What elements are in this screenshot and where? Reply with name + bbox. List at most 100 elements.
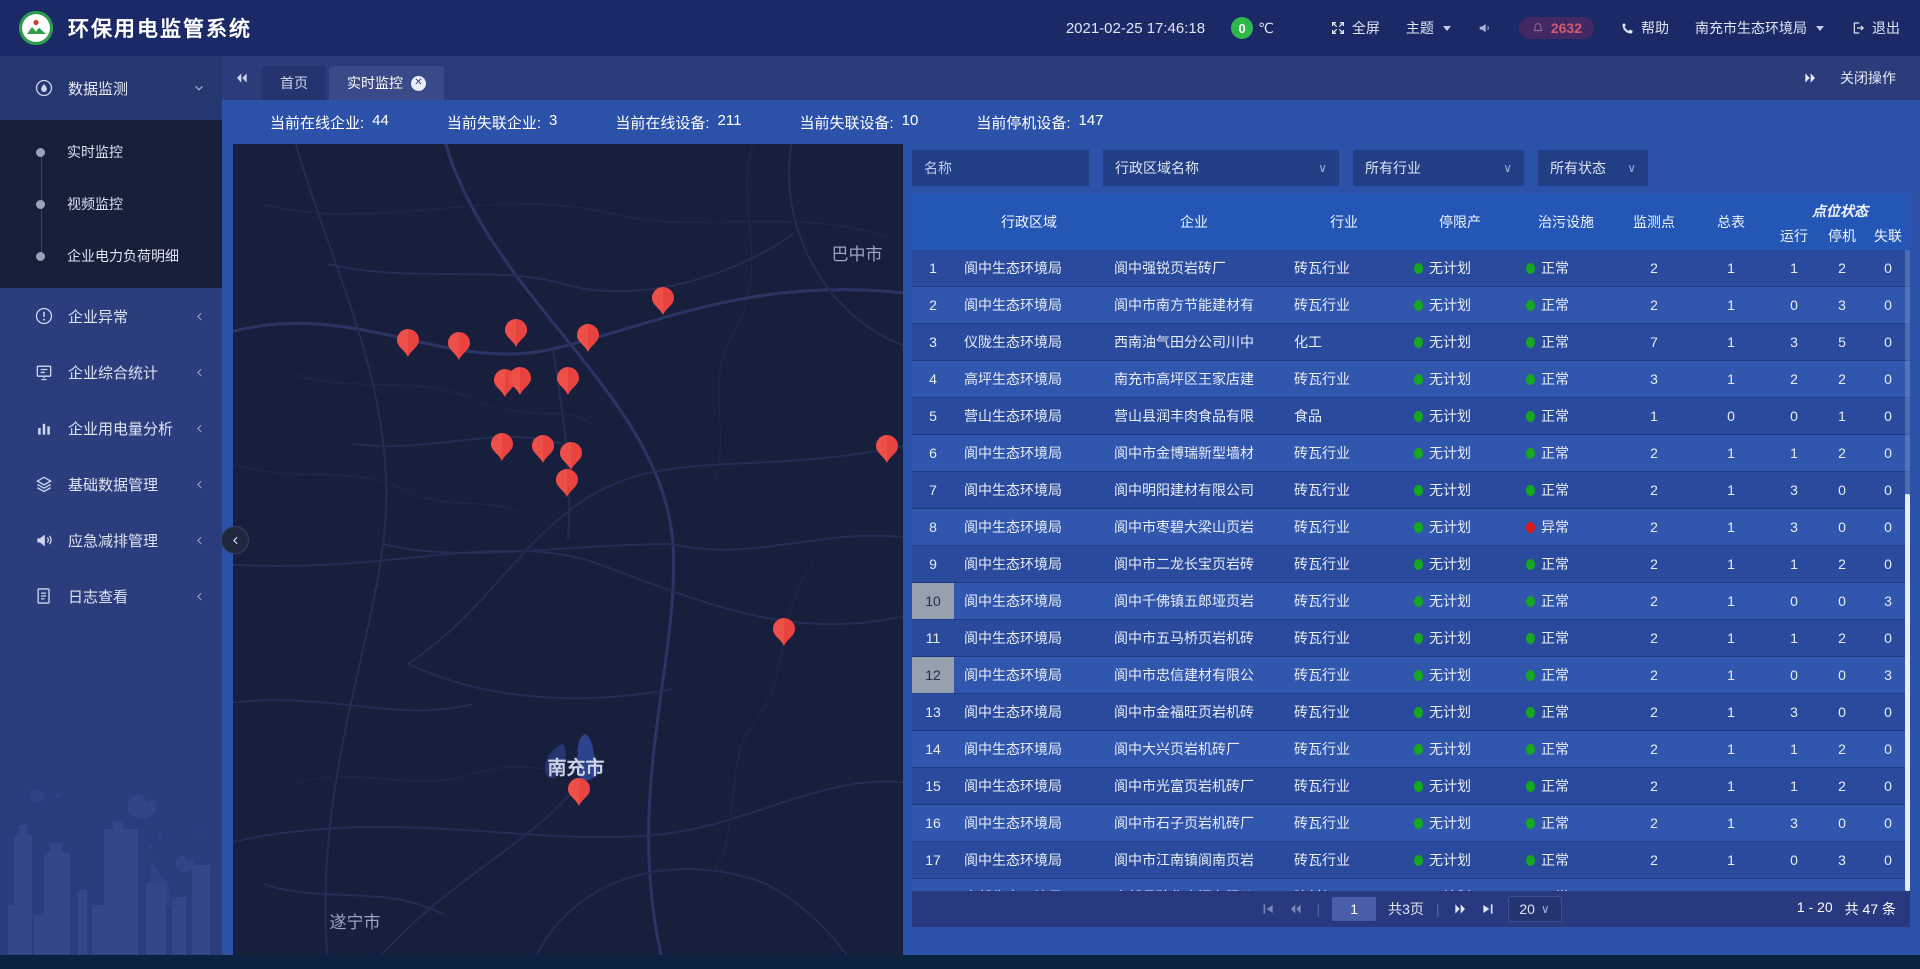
help-button[interactable]: 帮助 [1620,18,1669,38]
notification-badge[interactable]: 2632 [1519,17,1594,39]
sidebar-subitem-label: 视频监控 [67,194,123,214]
table-row[interactable]: 11 阆中生态环境局 阆中市五马桥页岩机砖 砖瓦行业 无计划 正常 2 [912,620,1910,657]
table-row[interactable]: 13 阆中生态环境局 阆中市金福旺页岩机砖 砖瓦行业 无计划 正常 2 [912,694,1910,731]
sidebar-group[interactable]: 基础数据管理 [0,456,222,512]
table-row[interactable]: 5 营山生态环境局 营山县润丰肉食品有限 食品 无计划 正常 1 [912,398,1910,435]
stat-item: 当前在线企业: 44 [270,112,389,133]
cell-facility-status: 异常 [1516,517,1616,537]
cell-monitor-count: 2 [1616,482,1692,498]
cell-region: 阆中生态环境局 [954,258,1104,278]
fullscreen-icon [1330,20,1346,36]
cell-monitor-count: 1 [1616,408,1692,424]
scrollbar-thumb[interactable] [1905,494,1910,891]
next-page-button[interactable] [1452,901,1468,917]
status-filter-select[interactable]: 所有状态∨ [1538,150,1648,186]
cell-region: 阆中生态环境局 [954,443,1104,463]
cell-index: 18 [912,879,954,891]
sidebar-group[interactable]: 日志查看 [0,568,222,624]
cell-company: 阆中市南方节能建材有 [1104,295,1284,315]
prev-page-button[interactable] [1288,901,1304,917]
table-row[interactable]: 2 阆中生态环境局 阆中市南方节能建材有 砖瓦行业 无计划 正常 2 [912,287,1910,324]
region-filter-select[interactable]: 行政区域名称∨ [1103,150,1339,186]
table-row[interactable]: 15 阆中生态环境局 阆中市光富页岩机砖厂 砖瓦行业 无计划 正常 2 [912,768,1910,805]
cell-company: 阆中市金福旺页岩机砖 [1104,702,1284,722]
sidebar-subitem[interactable]: 视频监控 [0,178,222,230]
tab[interactable]: 首页 ✕ [262,66,326,100]
cell-region: 仪陇生态环境局 [954,332,1104,352]
table-row[interactable]: 4 高坪生态环境局 南充市高坪区王家店建 砖瓦行业 无计划 正常 3 [912,361,1910,398]
map-collapse-button[interactable] [221,526,249,554]
cell-region: 阆中生态环境局 [954,480,1104,500]
sidebar-group[interactable]: 企业用电量分析 [0,400,222,456]
page-number-input[interactable]: 1 [1332,897,1376,921]
cell-index: 15 [912,768,954,804]
cell-company: 阆中市二龙长宝页岩砖 [1104,554,1284,574]
industry-filter-select[interactable]: 所有行业∨ [1353,150,1524,186]
green-status-dot [1414,559,1423,570]
map[interactable]: 巴中市南充市遂宁市 [233,144,903,955]
sidebar-subitem[interactable]: 实时监控 [0,126,222,178]
table-row[interactable]: 8 阆中生态环境局 阆中市枣碧大梁山页岩 砖瓦行业 无计划 异常 2 [912,509,1910,546]
table-row[interactable]: 1 阆中生态环境局 阆中强锐页岩砖厂 砖瓦行业 无计划 正常 2 [912,250,1910,287]
cell-region: 阆中生态环境局 [954,665,1104,685]
sidebar-subitem[interactable]: 企业电力负荷明细 [0,230,222,282]
sidebar-group[interactable]: 企业综合统计 [0,344,222,400]
sidebar-group[interactable]: 应急减排管理 [0,512,222,568]
first-page-button[interactable] [1260,901,1276,917]
page-size-select[interactable]: 20∨ [1508,896,1562,922]
status-dot [1526,448,1535,459]
tab[interactable]: 实时监控 ✕ [329,66,444,100]
table-row[interactable]: 12 阆中生态环境局 阆中市忠信建材有限公 砖瓦行业 无计划 正常 2 [912,657,1910,694]
table-row[interactable]: 10 阆中生态环境局 阆中千佛镇五郎垭页岩 砖瓦行业 无计划 正常 2 [912,583,1910,620]
double-left-icon [1288,901,1304,917]
double-right-icon [1452,901,1468,917]
last-page-button[interactable] [1480,901,1496,917]
cell-limit-status: 无计划 [1404,480,1516,500]
tabs-scroll-left-button[interactable] [222,70,262,86]
chevron-down-icon [192,81,206,95]
cell-lost-count: 0 [1866,519,1910,535]
cell-run-count: 1 [1770,630,1818,646]
name-filter-input[interactable] [912,150,1089,186]
cell-stop-count: 2 [1818,260,1866,276]
fullscreen-button[interactable]: 全屏 [1330,18,1380,38]
table-row[interactable]: 16 阆中生态环境局 阆中市石子页岩机砖厂 砖瓦行业 无计划 正常 2 [912,805,1910,842]
double-right-icon[interactable] [1802,70,1818,86]
table-row[interactable]: 6 阆中生态环境局 阆中市金博瑞新型墙材 砖瓦行业 无计划 正常 2 [912,435,1910,472]
sidebar-group-data-monitor[interactable]: 数据监测 [0,56,222,120]
chevron-left-icon [193,478,206,491]
cell-limit-status: 无计划 [1404,517,1516,537]
table-row[interactable]: 7 阆中生态环境局 阆中明阳建材有限公司 砖瓦行业 无计划 正常 2 [912,472,1910,509]
table-row[interactable]: 18 南部生态环境局 南部县砂化水泥有限公 建材加工 无计划 正常 6 [912,879,1910,891]
status-dot [1526,337,1535,348]
cell-facility-status: 正常 [1516,739,1616,759]
green-status-dot [1414,707,1423,718]
cell-limit-status: 无计划 [1404,665,1516,685]
cell-index: 12 [912,657,954,693]
green-status-dot [1414,263,1423,274]
green-status-dot [1414,485,1423,496]
org-dropdown[interactable]: 南充市生态环境局 [1695,18,1824,38]
mute-button[interactable] [1477,20,1493,36]
table-row[interactable]: 9 阆中生态环境局 阆中市二龙长宝页岩砖 砖瓦行业 无计划 正常 2 [912,546,1910,583]
green-status-dot [1414,633,1423,644]
speaker-icon [1477,20,1493,36]
cell-region: 高坪生态环境局 [954,369,1104,389]
cell-region: 阆中生态环境局 [954,739,1104,759]
chevron-down-icon: ∨ [1541,902,1550,916]
cell-monitor-count: 2 [1616,297,1692,313]
tab-close-icon[interactable]: ✕ [411,76,426,91]
bullet-icon [36,200,45,209]
cell-stop-count: 5 [1818,334,1866,350]
theme-dropdown[interactable]: 主题 [1406,18,1451,38]
table-row[interactable]: 17 阆中生态环境局 阆中市江南镇阆南页岩 砖瓦行业 无计划 正常 2 [912,842,1910,879]
close-actions-button[interactable]: 关闭操作 [1840,68,1896,88]
sidebar-group[interactable]: 企业异常 [0,288,222,344]
stat-value: 10 [902,112,919,133]
table-row[interactable]: 14 阆中生态环境局 阆中大兴页岩机砖厂 砖瓦行业 无计划 正常 2 [912,731,1910,768]
scrollbar-track[interactable] [1905,250,1910,891]
cell-monitor-count: 2 [1616,815,1692,831]
logout-button[interactable]: 退出 [1850,18,1900,38]
first-page-icon [1260,901,1276,917]
table-row[interactable]: 3 仪陇生态环境局 西南油气田分公司川中 化工 无计划 正常 7 [912,324,1910,361]
